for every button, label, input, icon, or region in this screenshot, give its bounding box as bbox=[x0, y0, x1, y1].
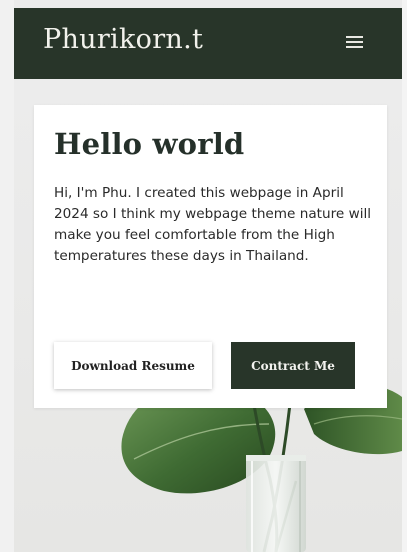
hero-title: Hello world bbox=[54, 127, 245, 161]
hero-description: Hi, I'm Phu. I created this webpage in A… bbox=[54, 185, 372, 264]
site-brand-logo[interactable]: Phurikorn.t bbox=[43, 24, 203, 55]
page-margin-left bbox=[0, 0, 14, 552]
hamburger-menu-icon[interactable] bbox=[346, 32, 366, 52]
download-resume-button[interactable]: Download Resume bbox=[54, 342, 212, 389]
site-header: Phurikorn.t bbox=[14, 8, 402, 79]
page-margin-right bbox=[402, 0, 407, 552]
page: Phurikorn.t Hello world Hi, I'm Phu. I c… bbox=[0, 0, 407, 552]
contact-me-button[interactable]: Contract Me bbox=[231, 342, 355, 389]
intro-card: Hello world Hi, I'm Phu. I created this … bbox=[34, 105, 387, 408]
